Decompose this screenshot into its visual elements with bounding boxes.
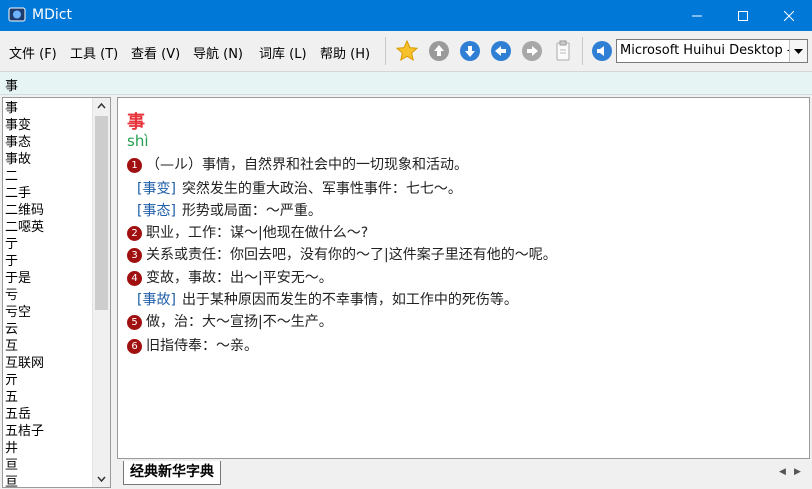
arrow-down-icon[interactable] [458,39,482,63]
subentry-link[interactable]: [事变] [137,181,176,197]
star-icon[interactable] [395,39,419,63]
sense-line: [事故] 出于某种原因而发生的不幸事情，如工作中的死伤等。 [127,289,518,309]
close-button[interactable] [766,0,812,31]
chevron-down-icon [794,49,803,54]
pinyin: shì [127,132,149,150]
list-item[interactable]: 二 [5,168,93,185]
tab-dictionary[interactable]: 经典新华字典 [123,461,221,485]
list-item[interactable]: 五岳 [5,406,93,423]
sense-number: 6 [127,339,142,354]
sense-text: 旧指侍奉：～亲。 [146,338,258,354]
list-item[interactable]: 二噁英 [5,219,93,236]
arrow-left-icon[interactable] [489,39,513,63]
list-item[interactable]: 五 [5,389,93,406]
minimize-icon [692,15,702,16]
list-item[interactable]: 事变 [5,117,93,134]
list-item[interactable]: 亓 [5,372,93,389]
dropdown-arrow[interactable] [789,40,807,62]
minimize-button[interactable] [674,0,720,31]
scroll-up-icon[interactable] [93,98,110,115]
tab-scroll-left-icon[interactable]: ◀ [779,467,786,477]
arrow-up-icon[interactable] [427,39,451,63]
list-item[interactable]: 亘 [5,457,93,474]
subentry-link[interactable]: [事态] [137,203,176,219]
scrollbar-thumb[interactable] [95,116,108,310]
sense-line: 3 关系或责任：你回去吧，没有你的～了|这件案子里还有他的～呢。 [127,244,557,264]
headword: 事 [127,112,145,133]
menu-library[interactable]: 词库 (L) [259,43,307,62]
word-list-scrollbar[interactable] [92,98,110,487]
clipboard-icon[interactable] [551,39,575,63]
menu-view[interactable]: 查看 (V) [131,43,180,62]
mdict-app-icon [8,7,26,22]
sense-line: 5 做，治：大～宣扬|不～生产。 [127,311,333,331]
menu-help[interactable]: 帮助 (H) [320,43,370,62]
window-title: MDict [32,7,72,23]
sense-text: 职业，工作：谋～|他现在做什么～? [146,225,369,241]
voice-dictionary-select[interactable]: Microsoft Huihui Desktop - [616,39,808,63]
search-input[interactable]: 事 [5,75,18,94]
speaker-icon[interactable] [590,39,614,63]
close-icon [784,10,794,21]
list-item[interactable]: 亘 [5,474,93,487]
list-item[interactable]: 互 [5,338,93,355]
definition-panel: 事 shì 1 （—ル）事情，自然界和社会中的一切现象和活动。 [事变] 突然发生的重… [117,97,810,459]
list-item[interactable]: 二手 [5,185,93,202]
list-item[interactable]: 事 [5,100,93,117]
tab-scroll-right-icon[interactable]: ▶ [794,467,801,477]
list-item[interactable]: 二维码 [5,202,93,219]
search-bar[interactable]: 事 [0,72,812,95]
menu-navigate[interactable]: 导航 (N) [193,43,243,62]
sense-number: 3 [127,248,142,263]
list-item[interactable]: 亏 [5,287,93,304]
sense-number: 5 [127,315,142,330]
list-item[interactable]: 事故 [5,151,93,168]
list-item[interactable]: 亏空 [5,304,93,321]
list-item[interactable]: 云 [5,321,93,338]
sense-text: 形势或局面：～严重。 [181,203,322,219]
menu-tools[interactable]: 工具 (T) [70,43,118,62]
list-item[interactable]: 井 [5,440,93,457]
maximize-icon [738,10,748,21]
menu-file[interactable]: 文件 (F) [9,43,57,62]
sense-text: 变故，事故：出～|平安无～。 [146,270,333,286]
sense-number: 2 [127,226,142,241]
list-item[interactable]: 于 [5,253,93,270]
sense-text: （—ル）事情，自然界和社会中的一切现象和活动。 [146,157,468,173]
sense-text: 突然发生的重大政治、军事性事件：七七～。 [181,181,462,197]
toolbar-separator [385,37,386,65]
dictionary-tab-bar: 经典新华字典 ◀ ▶ [117,459,810,487]
sense-line: 1 （—ル）事情，自然界和社会中的一切现象和活动。 [127,154,468,174]
sense-text: 出于某种原因而发生的不幸事情，如工作中的死伤等。 [181,292,518,308]
list-item[interactable]: 亍 [5,236,93,253]
sense-number: 4 [127,271,142,286]
sense-line: 2 职业，工作：谋～|他现在做什么～? [127,222,368,242]
list-item[interactable]: 五桔子 [5,423,93,440]
menu-toolbar: 文件 (F) 工具 (T) 查看 (V) 导航 (N) 词库 (L) 帮助 (H… [0,31,812,72]
sense-line: 6 旧指侍奉：～亲。 [127,335,258,355]
maximize-button[interactable] [720,0,766,31]
list-item[interactable]: 事态 [5,134,93,151]
title-bar: MDict [0,0,812,31]
toolbar-separator [582,37,583,65]
dictionary-select-value: Microsoft Huihui Desktop - [620,43,792,58]
subentry-link[interactable]: [事故] [137,292,176,308]
list-item[interactable]: 互联网 [5,355,93,372]
arrow-right-icon[interactable] [520,39,544,63]
sense-line: [事态] 形势或局面：～严重。 [127,200,322,220]
sense-line: [事变] 突然发生的重大政治、军事性事件：七七～。 [127,178,462,198]
word-list-items: 事事变 事态 事故二二手 二维码 二噁英亍于于是亏亏空云互互联网亓五五岳 五桔子井亘亘 [5,100,93,487]
word-list[interactable]: 事事变 事态 事故二二手 二维码 二噁英亍于于是亏亏空云互互联网亓五五岳 五桔子井亘亘 [2,97,111,488]
sense-text: 做，治：大～宣扬|不～生产。 [146,314,333,330]
list-item[interactable]: 于是 [5,270,93,287]
sense-line: 4 变故，事故：出～|平安无～。 [127,267,333,287]
scroll-down-icon[interactable] [93,470,110,487]
sense-number: 1 [127,158,142,173]
sense-text: 关系或责任：你回去吧，没有你的～了|这件案子里还有他的～呢。 [146,247,557,263]
